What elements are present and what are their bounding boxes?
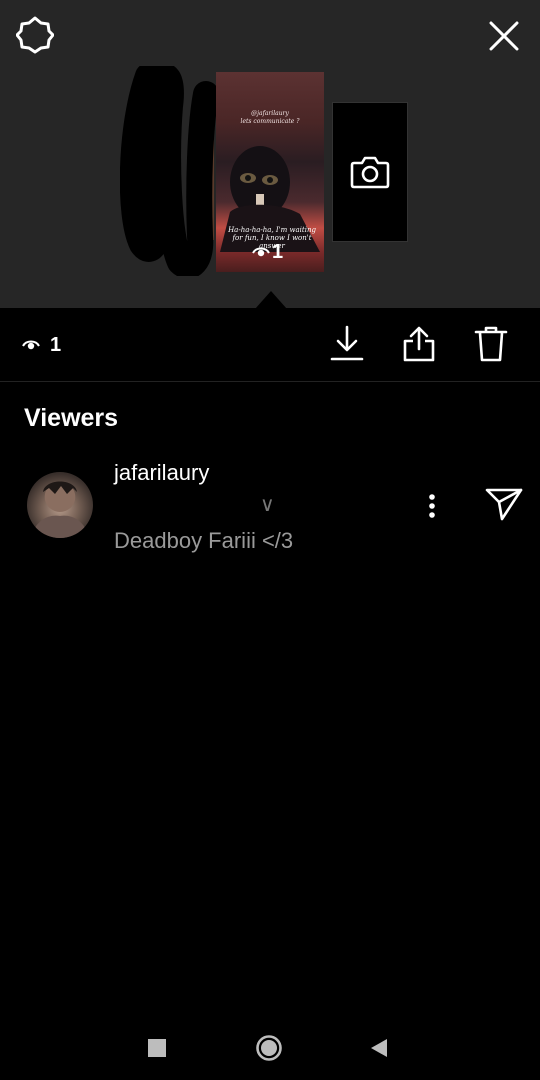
nav-recent-apps-button[interactable] bbox=[137, 1028, 177, 1068]
settings-button[interactable] bbox=[15, 16, 55, 54]
share-button[interactable] bbox=[399, 324, 439, 364]
viewer-full-name: Deadboy Fariii </3 bbox=[114, 528, 294, 553]
avatar-image bbox=[31, 481, 89, 538]
viewers-heading: Viewers bbox=[24, 404, 119, 432]
view-count-number: 1 bbox=[50, 333, 62, 356]
nav-back-button[interactable] bbox=[359, 1028, 399, 1068]
send-message-button[interactable] bbox=[482, 484, 526, 524]
viewer-badge: ∨ bbox=[260, 492, 275, 516]
story-thumbnail-view-count: 1 bbox=[252, 240, 284, 263]
avatar[interactable] bbox=[27, 472, 93, 538]
story-thumbnail[interactable]: @jafarilaury lets communicate ? Ha-ha-ha… bbox=[216, 72, 324, 272]
eye-icon bbox=[252, 247, 270, 257]
nav-home-button[interactable] bbox=[249, 1028, 289, 1068]
view-count[interactable]: 1 bbox=[22, 332, 61, 358]
trash-icon bbox=[474, 326, 508, 362]
story-action-bar: 1 bbox=[0, 308, 540, 382]
send-icon bbox=[485, 488, 523, 521]
selected-story-pointer bbox=[255, 291, 287, 309]
system-navigation-bar bbox=[0, 1014, 540, 1080]
square-icon bbox=[148, 1039, 166, 1057]
story-caption-top: @jafarilaury lets communicate ? bbox=[240, 110, 300, 125]
more-vertical-icon bbox=[429, 494, 435, 518]
download-button[interactable] bbox=[327, 324, 367, 364]
triangle-back-icon bbox=[371, 1039, 387, 1057]
download-icon bbox=[330, 325, 364, 361]
viewer-row[interactable]: jafarilaury ∨ Deadboy Fariii </3 bbox=[0, 456, 540, 566]
delete-button[interactable] bbox=[471, 324, 511, 364]
close-button[interactable] bbox=[486, 18, 522, 54]
camera-icon bbox=[350, 156, 390, 189]
share-icon bbox=[403, 326, 435, 362]
gear-icon bbox=[15, 16, 55, 54]
close-icon bbox=[489, 21, 519, 51]
redaction-scribble bbox=[120, 66, 219, 276]
viewer-username[interactable]: jafarilaury bbox=[114, 460, 209, 486]
story-archive-panel: @jafarilaury lets communicate ? Ha-ha-ha… bbox=[0, 0, 540, 309]
story-thumbnail-view-number: 1 bbox=[272, 240, 284, 263]
add-story-camera-tile[interactable] bbox=[332, 102, 408, 242]
circle-icon bbox=[256, 1035, 282, 1061]
eye-icon bbox=[22, 340, 40, 350]
viewer-more-button[interactable] bbox=[416, 488, 448, 524]
